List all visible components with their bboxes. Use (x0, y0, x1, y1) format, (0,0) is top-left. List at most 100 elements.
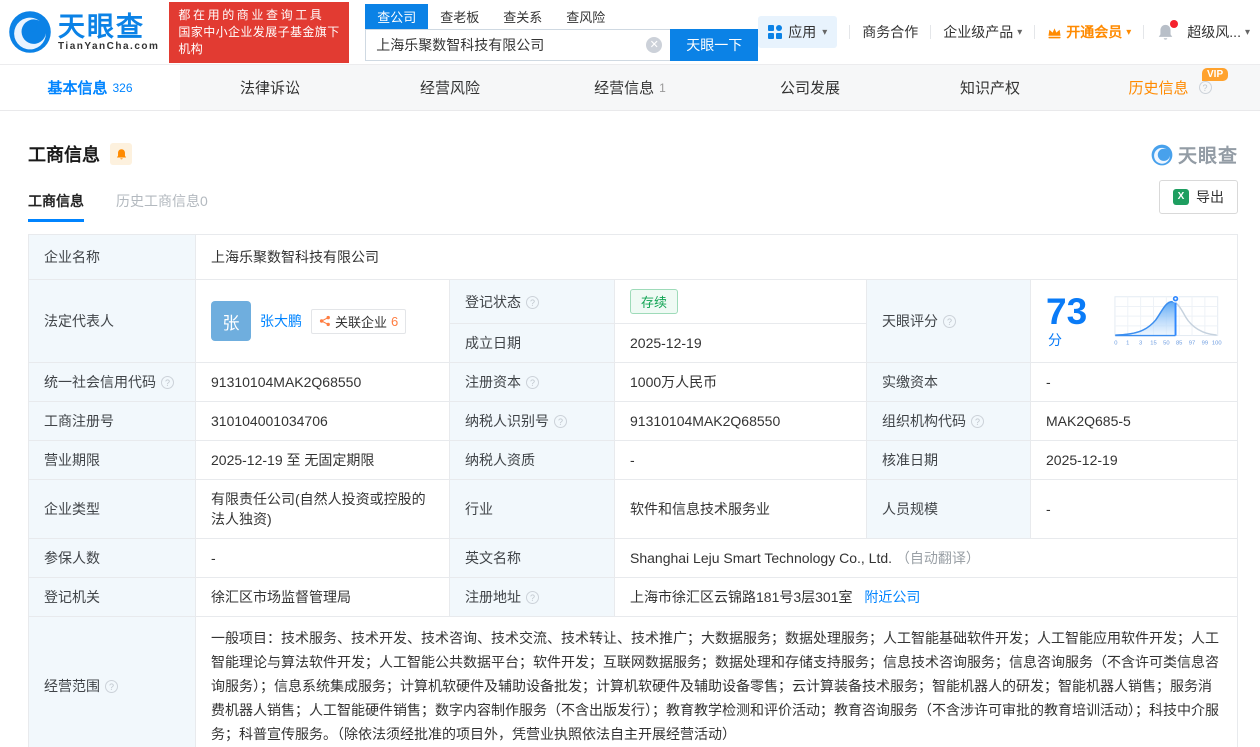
notification-dot (1170, 19, 1179, 28)
tab-company-development-label: 公司发展 (779, 80, 840, 97)
search-input[interactable] (365, 28, 671, 61)
main-content: 工商信息 工商信息 历史工商信息0 天眼查 X 导出 企业名称 上海乐聚数智科技… (0, 111, 1260, 747)
table-row: 工商注册号 310104001034706 纳税人识别号 91310104MAK… (28, 401, 1238, 441)
help-icon[interactable] (526, 376, 539, 389)
search-tab-boss[interactable]: 查老板 (428, 4, 491, 29)
legal-rep-name-link[interactable]: 张大鹏 (260, 311, 302, 331)
reg-address-value: 上海市徐汇区云锦路181号3层301室 (630, 589, 853, 605)
help-icon[interactable] (105, 680, 118, 693)
business-info-table: 企业名称 上海乐聚数智科技有限公司 法定代表人 张 张大鹏 关联企业 6 登记状… (28, 234, 1238, 747)
insured-count-value: - (211, 550, 216, 566)
english-name-label: 英文名称 (465, 550, 521, 566)
search-tab-risk[interactable]: 查风险 (554, 4, 617, 29)
logo-title: 天眼查 (58, 11, 145, 42)
search-tab-relations[interactable]: 查关系 (491, 4, 554, 29)
score-value: 73 (1046, 290, 1088, 332)
help-icon[interactable] (1198, 81, 1212, 94)
approval-date-value: 2025-12-19 (1046, 452, 1118, 468)
reg-number-label: 工商注册号 (44, 413, 114, 429)
svg-text:3: 3 (1139, 340, 1142, 346)
section-title: 工商信息 (28, 145, 100, 165)
tab-basic-info-label: 基本信息 (47, 80, 108, 97)
logo[interactable]: 天眼查 TianYanCha.com (8, 10, 159, 54)
business-scope-label: 经营范围 (44, 678, 100, 694)
english-name-value: Shanghai Leju Smart Technology Co., Ltd. (630, 550, 893, 566)
company-tabbar: 基本信息 326 法律诉讼 经营风险 经营信息 1 公司发展 知识产权 历史信息… (0, 64, 1260, 111)
divider (930, 25, 932, 39)
legal-rep-avatar[interactable]: 张 (211, 301, 251, 341)
tab-company-development[interactable]: 公司发展 (720, 65, 900, 110)
tab-business-activity[interactable]: 经营信息 1 (540, 65, 720, 110)
help-icon[interactable] (943, 315, 956, 328)
tab-intellectual-property-label: 知识产权 (959, 80, 1020, 97)
industry-value: 软件和信息技术服务业 (630, 501, 770, 517)
nav-business-cooperation[interactable]: 商务合作 (862, 22, 918, 42)
excel-icon (1173, 189, 1189, 205)
nav-enterprise-products-label: 企业级产品 (943, 24, 1014, 40)
search-button[interactable]: 天眼一下 (670, 28, 759, 61)
help-icon[interactable] (554, 415, 567, 428)
search-tabs: 查公司 查老板 查关系 查风险 (365, 3, 758, 29)
tab-intellectual-property[interactable]: 知识产权 (900, 65, 1080, 110)
approval-date-label: 核准日期 (882, 452, 938, 468)
promo-banner: 都在用的商业查询工具 国家中小企业发展子基金旗下机构 (169, 1, 350, 63)
related-companies-badge[interactable]: 关联企业 6 (311, 308, 407, 334)
credit-code-value: 91310104MAK2Q68550 (211, 374, 362, 390)
subtab-history-business-info[interactable]: 历史工商信息0 (116, 191, 208, 222)
watermark-text: 天眼查 (1177, 146, 1238, 167)
top-nav: 应用 ▾ 商务合作 企业级产品 ▾ 开通会员 ▾ 超级风... ▾ (758, 16, 1250, 48)
table-row: 营业期限 2025-12-19 至 无固定期限 纳税人资质 - 核准日期 202… (28, 440, 1238, 480)
svg-text:0: 0 (1115, 340, 1118, 346)
taxpayer-quality-label: 纳税人资质 (465, 452, 535, 468)
tianyancha-logo-icon (9, 11, 51, 53)
tab-history-info[interactable]: 历史信息 VIP (1080, 65, 1260, 110)
auto-translate-note: （自动翻译） (895, 550, 980, 566)
svg-text:99: 99 (1202, 340, 1208, 346)
score-distribution-chart: 0 1 3 15 50 85 97 99 100 (1115, 294, 1222, 346)
chevron-down-icon: ▾ (1017, 26, 1023, 38)
subtab-business-info[interactable]: 工商信息 (28, 191, 84, 222)
tab-operational-risk[interactable]: 经营风险 (360, 65, 540, 110)
reg-capital-label: 注册资本 (465, 374, 521, 390)
nav-open-vip[interactable]: 开通会员 ▾ (1047, 22, 1131, 42)
help-icon[interactable] (526, 295, 539, 309)
company-name-value: 上海乐聚数智科技有限公司 (211, 249, 379, 265)
apps-menu-button[interactable]: 应用 ▾ (758, 16, 838, 48)
svg-text:85: 85 (1176, 340, 1182, 346)
help-icon[interactable] (971, 415, 984, 428)
nearby-companies-link[interactable]: 附近公司 (864, 589, 920, 605)
search-tab-company[interactable]: 查公司 (365, 3, 429, 29)
export-button[interactable]: 导出 (1159, 180, 1238, 214)
chevron-down-icon: ▾ (822, 26, 828, 38)
legal-rep-label: 法定代表人 (44, 313, 114, 329)
nav-super-risk[interactable]: 超级风... ▾ (1187, 22, 1250, 42)
top-header: 天眼查 TianYanCha.com 都在用的商业查询工具 国家中小企业发展子基… (0, 0, 1260, 64)
promo-line2: 国家中小企业发展子基金旗下机构 (178, 24, 340, 56)
divider (849, 25, 851, 39)
credit-code-label: 统一社会信用代码 (44, 374, 156, 390)
taxpayer-quality-value: - (630, 452, 635, 468)
svg-text:15: 15 (1151, 340, 1157, 346)
tab-legal-proceedings[interactable]: 法律诉讼 (180, 65, 360, 110)
tab-basic-info-count: 326 (112, 80, 133, 95)
reg-status-label: 登记状态 (465, 293, 521, 310)
help-icon[interactable] (526, 591, 539, 604)
nav-enterprise-products[interactable]: 企业级产品 ▾ (943, 22, 1022, 42)
company-type-label: 企业类型 (44, 501, 100, 517)
tab-basic-info[interactable]: 基本信息 326 (0, 65, 180, 110)
paid-capital-value: - (1046, 374, 1051, 390)
svg-text:1: 1 (1127, 340, 1130, 346)
watermark-logo: 天眼查 (1151, 141, 1238, 168)
subscribe-bell-button[interactable] (110, 143, 132, 165)
apps-grid-icon (768, 25, 783, 39)
notifications-button[interactable] (1156, 19, 1179, 42)
export-label: 导出 (1196, 189, 1224, 205)
staff-size-value: - (1046, 501, 1051, 517)
chevron-down-icon: ▾ (1244, 26, 1250, 38)
help-icon[interactable] (161, 376, 174, 389)
staff-size-label: 人员规模 (882, 501, 938, 517)
taxpayer-id-value: 91310104MAK2Q68550 (630, 413, 781, 429)
industry-label: 行业 (465, 501, 493, 517)
clear-search-icon[interactable] (646, 36, 663, 53)
nav-open-vip-label: 开通会员 (1066, 24, 1123, 40)
